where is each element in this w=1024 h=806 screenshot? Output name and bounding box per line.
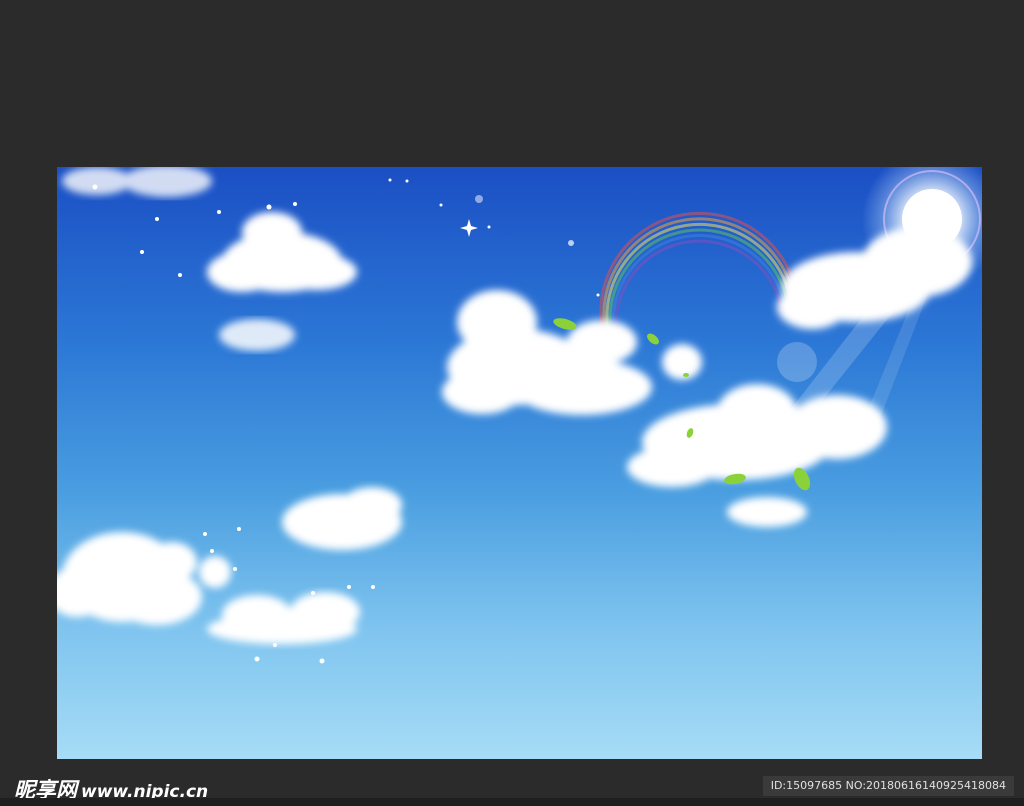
cloud-bottom-left xyxy=(57,532,231,625)
bottom-strip xyxy=(0,798,1024,806)
sky-image xyxy=(57,167,982,759)
sky-illustration xyxy=(57,167,982,664)
cloud-mid-left xyxy=(282,487,402,550)
cloud-top-left xyxy=(62,167,212,197)
cloud-bottom-center xyxy=(207,592,360,644)
rainbow xyxy=(599,211,799,338)
cloud-upper-left xyxy=(207,212,357,292)
cloud-right-lower xyxy=(627,384,887,527)
cloud-center xyxy=(442,290,702,415)
cloud-right-upper xyxy=(777,227,972,329)
cloud-small-left xyxy=(219,319,295,351)
image-id-label: ID:15097685 NO:20180616140925418084 xyxy=(762,776,1014,796)
